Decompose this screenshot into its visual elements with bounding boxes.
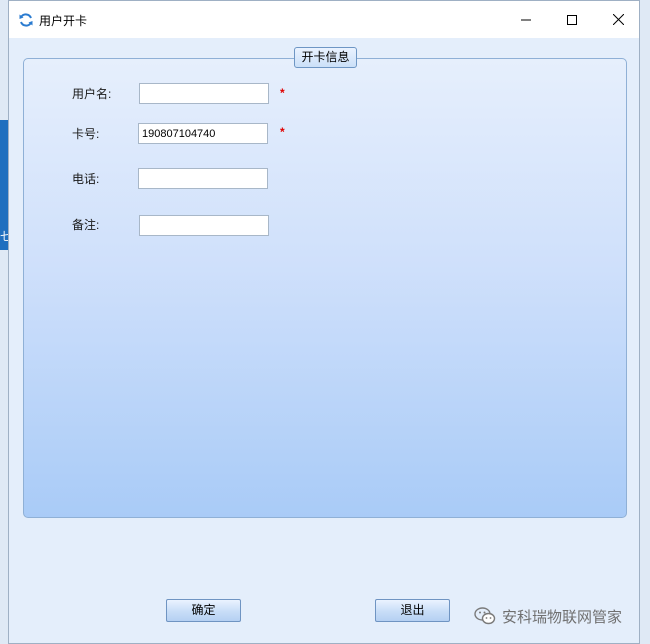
confirm-button[interactable]: 确定 [166, 599, 241, 622]
card-number-required-mark: * [280, 125, 285, 139]
username-label: 用户名: [72, 87, 112, 101]
username-required-mark: * [280, 86, 285, 100]
minimize-icon [521, 19, 531, 20]
remark-field[interactable] [139, 215, 269, 236]
wechat-icon [474, 607, 496, 625]
title-bar[interactable]: 用户开卡 [9, 1, 639, 38]
card-number-field[interactable] [138, 123, 268, 144]
maximize-icon [567, 14, 577, 25]
close-icon [612, 14, 624, 25]
card-info-groupbox [23, 58, 627, 518]
phone-field[interactable] [138, 168, 268, 189]
minimize-button[interactable] [503, 1, 549, 38]
watermark-text: 安科瑞物联网管家 [502, 608, 623, 626]
close-button[interactable] [595, 1, 641, 38]
phone-label: 电话: [72, 172, 100, 186]
watermark: 安科瑞物联网管家 [474, 604, 622, 628]
window-title: 用户开卡 [39, 14, 88, 28]
background-window-edge: 七 [0, 120, 11, 250]
username-field[interactable] [139, 83, 269, 104]
exit-button[interactable]: 退出 [375, 599, 450, 622]
maximize-button[interactable] [549, 1, 595, 38]
remark-label: 备注: [72, 218, 100, 232]
card-number-label: 卡号: [72, 127, 100, 141]
refresh-app-icon [19, 13, 33, 27]
dialog-window: 用户开卡 开卡信息 用户名: * 卡号: * 电话: 备注: 确定 退出 [8, 0, 640, 644]
group-title: 开卡信息 [294, 47, 357, 68]
